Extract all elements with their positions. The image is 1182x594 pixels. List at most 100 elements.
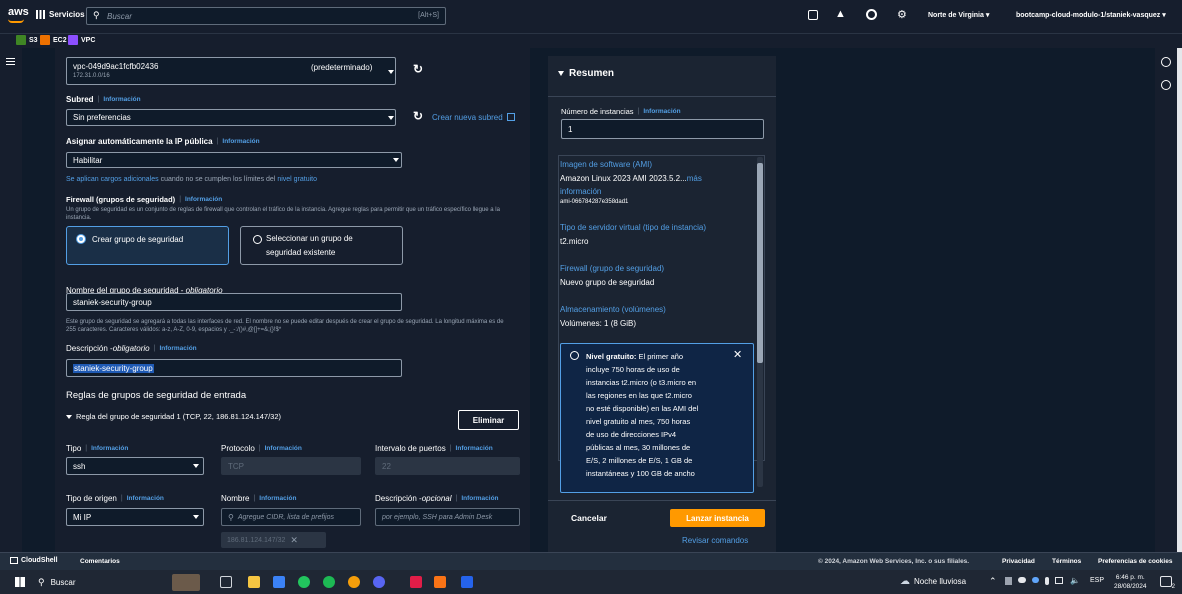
cidr-token[interactable]: 186.81.124.147/32 ✕ — [221, 532, 326, 548]
ami-label[interactable]: Imagen de software (AMI) — [560, 160, 652, 169]
summary-header[interactable]: Resumen — [558, 68, 614, 79]
instance-type-label[interactable]: Tipo de servidor virtual (tipo de instan… — [560, 223, 706, 232]
refresh-subnet-icon[interactable]: ↻ — [413, 109, 423, 123]
sg-name-input[interactable]: staniek-security-group — [66, 293, 402, 311]
cloud-icon — [1017, 577, 1026, 583]
left-navigation-rail — [0, 48, 22, 552]
radio-create-security-group[interactable]: Crear grupo de seguridad — [66, 226, 229, 265]
firewall-summary-label[interactable]: Firewall (grupo de seguridad) — [560, 264, 664, 273]
services-menu-button[interactable]: Servicios — [36, 10, 85, 19]
windows-start-icon[interactable] — [15, 577, 25, 587]
rule-desc-info-link[interactable]: Información — [461, 495, 498, 502]
instance-count-info-link[interactable]: Información — [643, 108, 680, 115]
word-icon[interactable] — [461, 576, 473, 588]
account-menu[interactable]: bootcamp-cloud-modulo-1/staniek-vasquez … — [1016, 11, 1166, 19]
free-tier-link[interactable]: nivel gratuito — [277, 176, 317, 183]
chrome-icon[interactable] — [348, 576, 360, 588]
refresh-vpc-icon[interactable]: ↻ — [413, 62, 423, 76]
onedrive-icon — [1031, 577, 1040, 583]
review-commands-link[interactable]: Revisar comandos — [682, 536, 748, 545]
rule-ports-label: Intervalo de puertos | Información — [375, 444, 493, 453]
radio-select-label-line1: Seleccionar un grupo de — [266, 234, 353, 243]
privacy-link[interactable]: Privacidad — [1002, 558, 1035, 565]
autoip-info-link[interactable]: Información — [222, 138, 259, 145]
rule-desc-input[interactable]: por ejemplo, SSH para Admin Desk — [375, 508, 520, 526]
cookie-preferences-link[interactable]: Preferencias de cookies — [1098, 558, 1172, 565]
rule-ports-info-link[interactable]: Información — [456, 445, 493, 452]
rule-origin-info-link[interactable]: Información — [127, 495, 164, 502]
help-icon[interactable] — [866, 9, 877, 20]
network-icon — [1055, 577, 1063, 584]
language-indicator[interactable]: ESP — [1090, 577, 1104, 584]
rule-type-info-link[interactable]: Información — [91, 445, 128, 452]
feedback-icon[interactable] — [1161, 80, 1171, 90]
favorite-s3[interactable]: S3 — [16, 35, 38, 45]
delete-rule-button[interactable]: Eliminar — [458, 410, 519, 430]
rule-protocol-info-link[interactable]: Información — [265, 445, 302, 452]
ami-more-info-link[interactable]: información — [560, 187, 601, 196]
subnet-label: Subred — [66, 95, 94, 104]
aws-logo-smile-icon — [8, 19, 24, 23]
radio-select-existing-group[interactable]: Seleccionar un grupo de seguridad existe… — [240, 226, 403, 265]
region-selector[interactable]: Norte de Virginia ▾ — [928, 11, 989, 19]
settings-gear-icon[interactable]: ⚙ — [897, 8, 907, 21]
slack-icon[interactable] — [410, 576, 422, 588]
ami-more-link[interactable]: más — [687, 174, 702, 183]
whatsapp-icon[interactable] — [298, 576, 310, 588]
tray-icons[interactable] — [1005, 577, 1063, 586]
instance-count-input[interactable]: 1 — [561, 119, 764, 139]
page-scrollbar[interactable] — [1177, 48, 1182, 552]
menu-hamburger-icon[interactable] — [6, 58, 15, 65]
firewall-info-link[interactable]: Información — [185, 196, 222, 203]
vlc-icon[interactable] — [434, 576, 446, 588]
cloudshell-footer-button[interactable]: CloudShell — [10, 557, 58, 564]
rule1-header[interactable]: Regla del grupo de seguridad 1 (TCP, 22,… — [66, 412, 281, 421]
terms-link[interactable]: Términos — [1052, 558, 1081, 565]
summary-inner-scrollbar[interactable] — [757, 157, 763, 487]
rule-origin-select[interactable]: Mi IP — [66, 508, 204, 526]
create-subnet-link[interactable]: Crear nueva subred — [432, 113, 515, 122]
vpc-select[interactable]: vpc-049d9ac1fcfb02436 172.31.0.0/16 (pre… — [66, 57, 396, 85]
task-view-icon[interactable] — [220, 576, 232, 588]
rule-name-info-link[interactable]: Información — [259, 495, 296, 502]
account-label: bootcamp-cloud-modulo-1/staniek-vasquez — [1016, 12, 1161, 19]
services-label: Servicios — [49, 10, 85, 19]
storage-label[interactable]: Almacenamiento (volúmenes) — [560, 305, 666, 314]
favorite-vpc[interactable]: VPC — [68, 35, 95, 45]
launch-instance-button[interactable]: Lanzar instancia — [670, 509, 765, 527]
charges-text: cuando no se cumplen los límites del — [158, 176, 278, 183]
charges-link[interactable]: Se aplican cargos adicionales — [66, 176, 159, 183]
subnet-info-link[interactable]: Información — [103, 96, 140, 103]
speaker-icon[interactable]: 🔈 — [1070, 576, 1080, 585]
favorite-ec2[interactable]: EC2 — [40, 35, 67, 45]
castle-widget-icon[interactable] — [172, 574, 200, 591]
cancel-button[interactable]: Cancelar — [571, 513, 607, 523]
notifications-icon[interactable]: ▲ — [835, 8, 846, 20]
cloudshell-icon[interactable] — [808, 10, 818, 20]
sg-desc-info-link[interactable]: Información — [159, 345, 196, 352]
notification-center-icon[interactable]: 2 — [1160, 576, 1175, 590]
remove-token-icon[interactable]: ✕ — [290, 535, 298, 546]
ami-value-row: Amazon Linux 2023 AMI 2023.5.2...más — [560, 174, 702, 183]
rule-cidr-input[interactable]: ⚲ Agregue CIDR, lista de prefijos — [221, 508, 361, 526]
discord-icon[interactable] — [373, 576, 385, 588]
chevron-down-icon — [193, 515, 199, 519]
file-explorer-icon[interactable] — [248, 576, 260, 588]
weather-widget[interactable]: ☁ Noche lluviosa — [900, 576, 966, 587]
clock[interactable]: 6:46 p. m. 28/08/2024 — [1114, 573, 1147, 591]
info-panel-icon[interactable] — [1161, 57, 1171, 67]
subnet-select[interactable]: Sin preferencias — [66, 109, 396, 126]
store-icon[interactable] — [273, 576, 285, 588]
rule-protocol-field: TCP — [221, 457, 361, 475]
search-bar[interactable]: ⚲ Buscar [Alt+S] — [86, 7, 446, 25]
rule-type-select[interactable]: ssh — [66, 457, 204, 475]
tray-overflow-icon[interactable]: ⌃ — [989, 576, 997, 587]
autoip-select[interactable]: Habilitar — [66, 152, 402, 168]
weather-icon: ☁ — [900, 576, 910, 587]
comments-link[interactable]: Comentarios — [80, 558, 120, 565]
taskbar-search[interactable]: ⚲ Buscar — [38, 574, 158, 591]
aws-logo[interactable]: aws — [8, 6, 29, 18]
vpc-icon — [68, 35, 78, 45]
spotify-icon[interactable] — [323, 576, 335, 588]
sg-desc-input[interactable]: staniek-security-group — [66, 359, 402, 377]
